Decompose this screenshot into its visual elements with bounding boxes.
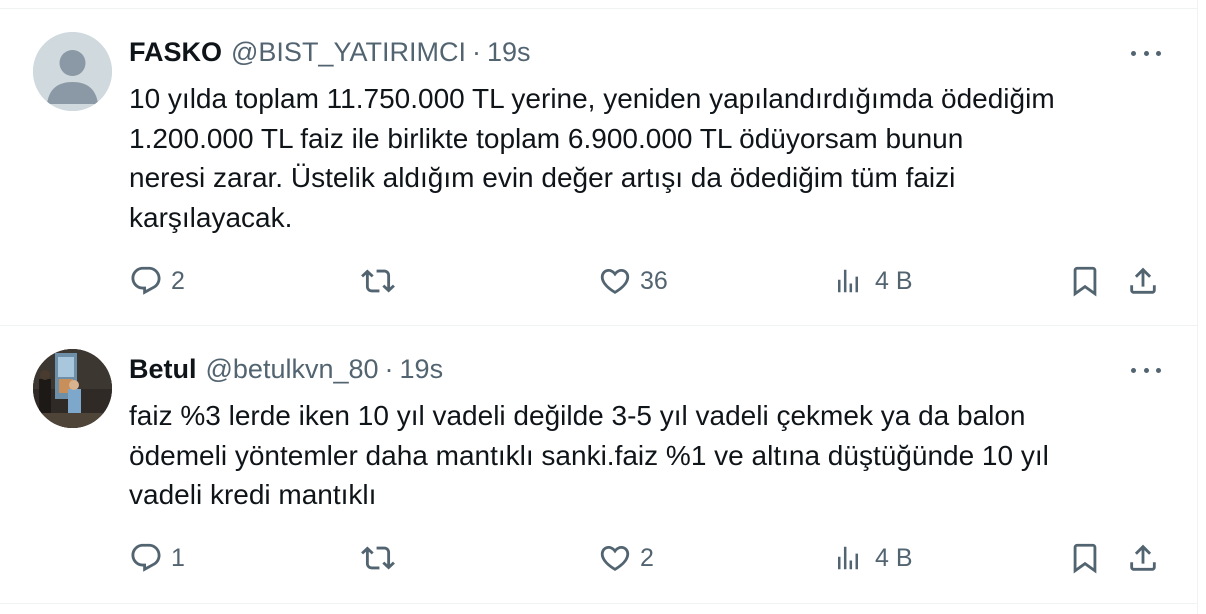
views-button[interactable]: 4 B	[833, 261, 913, 301]
like-icon	[600, 268, 630, 294]
views-count: 4 B	[875, 543, 913, 572]
tweet[interactable]: FASKO @BIST_YATIRIMCI · 19s 10 yılda top…	[0, 9, 1197, 326]
share-icon	[1130, 267, 1156, 294]
like-count: 36	[640, 266, 668, 295]
separator-dot: ·	[471, 36, 481, 67]
reply-icon	[131, 266, 161, 295]
share-button[interactable]	[1126, 261, 1160, 301]
like-button[interactable]: 2	[598, 538, 654, 578]
display-name[interactable]: Betul	[129, 354, 197, 385]
user-handle[interactable]: @BIST_YATIRIMCI	[231, 37, 466, 68]
timestamp[interactable]: 19s	[400, 354, 444, 385]
views-count: 4 B	[875, 266, 913, 295]
avatar-default[interactable]	[33, 32, 112, 111]
profile-photo	[33, 349, 112, 428]
share-button[interactable]	[1126, 538, 1160, 578]
tweet-actions: 2 36 4 B	[129, 261, 1169, 301]
bookmark-icon	[1073, 543, 1097, 574]
bookmark-button[interactable]	[1068, 538, 1102, 578]
like-count: 2	[640, 543, 654, 572]
bookmark-icon	[1073, 266, 1097, 297]
tweet[interactable]: Betul @betulkvn_80 · 19s faiz %3 lerde i…	[0, 326, 1197, 604]
timestamp[interactable]: 19s	[487, 37, 531, 68]
tweet-text: 10 yılda toplam 11.750.000 TL yerine, ye…	[129, 83, 1055, 233]
tweet-actions: 1 2 4 B	[129, 538, 1169, 578]
previous-post-divider	[0, 0, 1197, 9]
like-icon	[600, 545, 630, 571]
reply-button[interactable]: 1	[129, 538, 185, 578]
reply-count: 2	[171, 266, 185, 295]
retweet-button[interactable]	[361, 261, 403, 301]
more-icon	[1131, 50, 1136, 56]
more-options-button[interactable]	[1131, 39, 1161, 67]
retweet-icon	[361, 269, 395, 293]
timeline: FASKO @BIST_YATIRIMCI · 19s 10 yılda top…	[0, 0, 1198, 614]
tweet-header: Betul @betulkvn_80 · 19s	[129, 352, 443, 386]
views-icon	[838, 269, 858, 293]
more-icon	[1131, 367, 1136, 373]
tweet-text: faiz %3 lerde iken 10 yıl vadeli değilde…	[129, 400, 1049, 510]
retweet-button[interactable]	[361, 538, 403, 578]
reply-button[interactable]: 2	[129, 261, 185, 301]
user-handle[interactable]: @betulkvn_80	[206, 354, 379, 385]
reply-icon	[131, 543, 161, 572]
default-avatar-icon	[33, 32, 112, 111]
reply-count: 1	[171, 543, 185, 572]
avatar-photo[interactable]	[33, 349, 112, 428]
share-icon	[1130, 544, 1156, 571]
views-button[interactable]: 4 B	[833, 538, 913, 578]
views-icon	[838, 546, 858, 570]
retweet-icon	[361, 546, 395, 570]
bookmark-button[interactable]	[1068, 261, 1102, 301]
separator-dot: ·	[384, 353, 394, 384]
display-name[interactable]: FASKO	[129, 37, 222, 68]
more-options-button[interactable]	[1131, 356, 1161, 384]
tweet-header: FASKO @BIST_YATIRIMCI · 19s	[129, 35, 531, 69]
like-button[interactable]: 36	[598, 261, 668, 301]
